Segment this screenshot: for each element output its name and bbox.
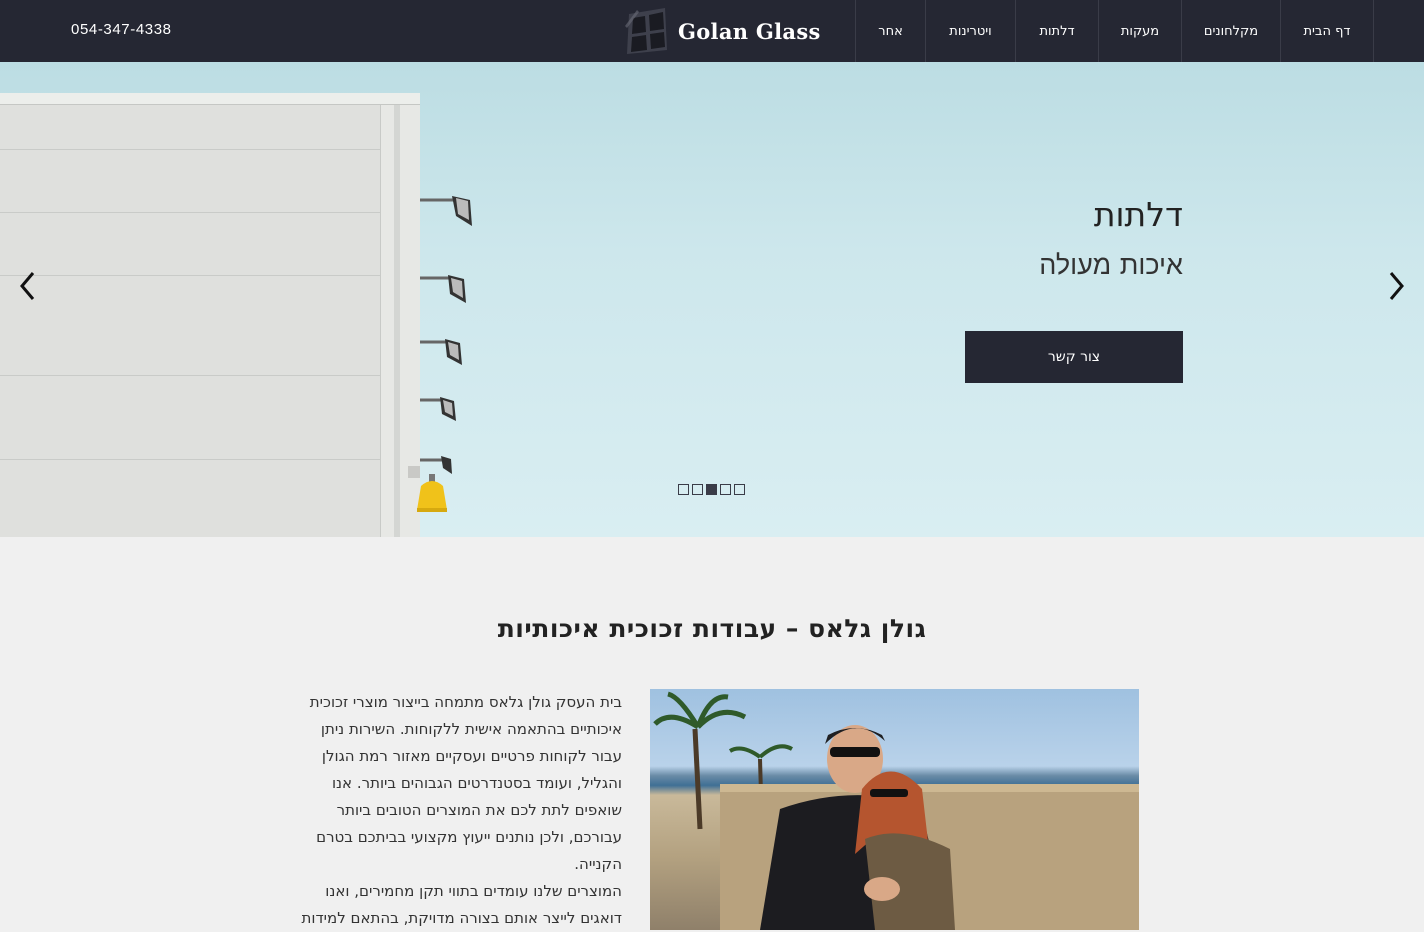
wall-lamp-icon [420, 275, 466, 303]
building-image [0, 93, 420, 537]
paragraph-line: בית העסק גולן גלאס מתמחה בייצור מוצרי זכ… [309, 693, 622, 711]
yellow-lamp-icon [408, 456, 452, 512]
hero-slider: דלתות איכות מעולה צור קשר [0, 62, 1424, 537]
site-logo[interactable]: Golan Glass [623, 6, 821, 56]
paragraph-line: שואפים לתת לכם את המוצרים הטובים ביותר [336, 801, 622, 819]
slider-pagination [678, 484, 745, 495]
building-panel-line [0, 149, 380, 150]
slider-next-arrow-icon[interactable] [1383, 269, 1409, 303]
couple-photo-illustration [653, 691, 1139, 930]
slider-dot[interactable] [720, 484, 731, 495]
section-title: גולן גלאס – עבודות זכוכית איכותיות [497, 614, 927, 643]
couple-photo [650, 689, 1139, 930]
paragraph-line: עבור לקוחות פרטיים ועסקיים מאזור רמת הגו… [321, 747, 622, 765]
building-pillar-shadow [394, 105, 400, 537]
hero-subtitle: איכות מעולה [1039, 250, 1183, 281]
building-panel-line [0, 459, 380, 460]
nav-item-doors[interactable]: דלתות [1015, 0, 1098, 70]
nav-item-showcases[interactable]: ויטרינות [925, 0, 1015, 62]
paragraph-line: הקנייה. [574, 855, 622, 873]
paragraph-line: המוצרים שלנו עומדים בתווי תקן מחמירים, ו… [325, 882, 622, 900]
logo-text: Golan Glass [678, 18, 821, 44]
main-nav: אחר ויטרינות דלתות מעקות מקלחונים דף הבי… [855, 0, 1374, 70]
nav-item-showers[interactable]: מקלחונים [1181, 0, 1280, 62]
building-panel-line [0, 375, 380, 376]
slider-prev-arrow-icon[interactable] [15, 269, 41, 303]
wall-lamp-icon [420, 339, 462, 365]
contact-button[interactable]: צור קשר [965, 331, 1183, 383]
slider-dot[interactable] [678, 484, 689, 495]
paragraph-line: והגליל, ועומד בסטנדרטים הגבוהים ביותר. א… [331, 774, 622, 792]
wall-lamp-icon [420, 397, 456, 421]
top-header: 054-347-4338 Golan Glass אחר ויטרינות דל… [0, 0, 1424, 70]
slider-dot[interactable] [734, 484, 745, 495]
nav-item-other[interactable]: אחר [855, 0, 925, 62]
phone-number[interactable]: 054-347-4338 [71, 21, 172, 38]
slider-dot-active[interactable] [706, 484, 717, 495]
about-paragraph: בית העסק גולן גלאס מתמחה בייצור מוצרי זכ… [272, 689, 622, 932]
building-roof-edge [0, 93, 420, 105]
slider-dot[interactable] [692, 484, 703, 495]
paragraph-line: דואגים לייצר אותם בצורה מדויקת, בהתאם למ… [301, 909, 622, 927]
wall-lamp-icon [420, 196, 472, 226]
building-panel-line [0, 212, 380, 213]
paragraph-line: איכותיים בהתאמה אישית ללקוחות. השירות ני… [320, 720, 622, 738]
nav-item-home[interactable]: דף הבית [1280, 0, 1374, 62]
nav-item-railings[interactable]: מעקות [1098, 0, 1181, 62]
hero-title: דלתות [1093, 195, 1183, 234]
glass-logo-icon [623, 6, 671, 56]
paragraph-line: עבורכם, ולכן נותנים ייעוץ מקצועי בביתכם … [316, 828, 622, 846]
building-panel-line [0, 275, 380, 276]
